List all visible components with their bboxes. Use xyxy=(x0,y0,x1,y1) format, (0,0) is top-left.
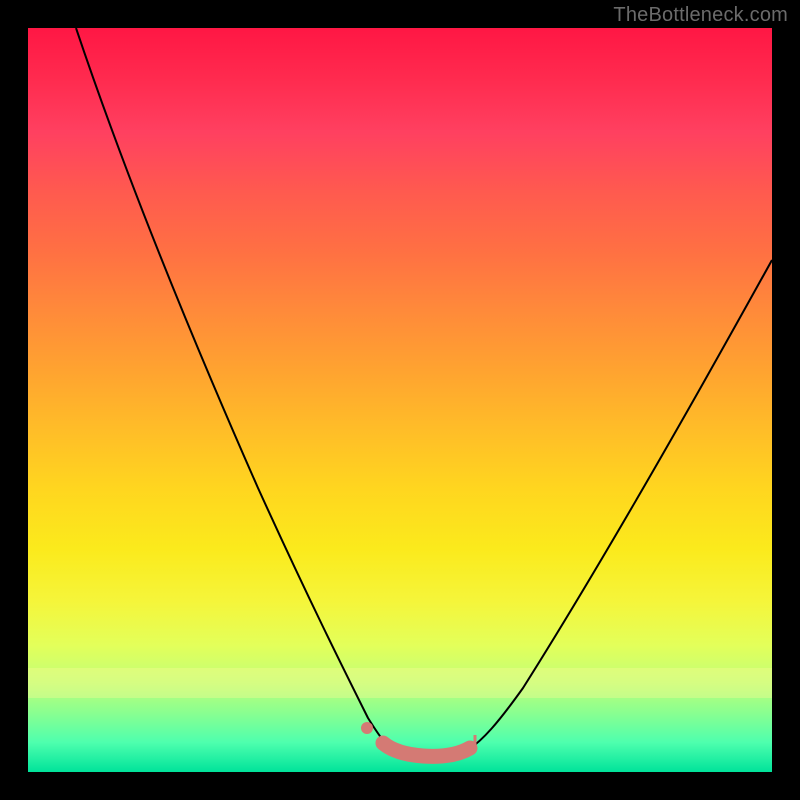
optimal-start-dot xyxy=(361,722,373,734)
bottleneck-curve-left xyxy=(76,28,391,748)
plot-area xyxy=(28,28,772,772)
watermark-text: TheBottleneck.com xyxy=(613,4,788,27)
curve-layer xyxy=(28,28,772,772)
optimal-range-marker xyxy=(383,743,470,756)
bottleneck-curve-right xyxy=(468,260,772,750)
chart-frame: TheBottleneck.com xyxy=(0,0,800,800)
